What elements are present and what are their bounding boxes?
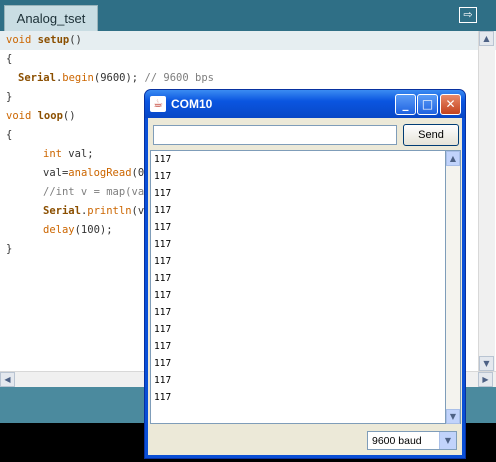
output-line: 117 <box>154 205 172 216</box>
code-line: Serial.println(v <box>43 205 145 217</box>
serial-monitor-titlebar[interactable]: ☕ COM10 _ □ ✕ <box>145 90 465 118</box>
output-line: 117 <box>154 154 172 165</box>
output-line: 117 <box>154 358 172 369</box>
serial-output[interactable]: 117 117 117 117 117 117 117 117 117 117 117 117 117 1… <box>150 150 446 424</box>
serial-monitor-window: ☕ COM10 _ □ ✕ Send 117 117 117 117 117 117 117… <box>145 90 465 458</box>
output-line: 117 <box>154 171 172 182</box>
code-line: int val; <box>43 148 94 160</box>
output-line: 117 <box>154 307 172 318</box>
java-icon: ☕ <box>150 96 166 112</box>
code-line: } <box>6 243 13 255</box>
baud-rate-value: 9600 baud <box>372 435 422 447</box>
code-line: val=analogRead(0) <box>43 167 151 179</box>
tab-label: Analog_tset <box>16 11 86 26</box>
output-line: 117 <box>154 222 172 233</box>
scroll-up-icon[interactable]: ▲ <box>446 151 460 166</box>
send-button-label: Send <box>418 129 444 141</box>
scroll-down-icon[interactable]: ▼ <box>446 409 460 424</box>
code-line: } <box>6 91 13 103</box>
scroll-left-icon[interactable]: ◀ <box>0 372 15 387</box>
baud-rate-select[interactable]: 9600 baud ▼ <box>367 431 457 450</box>
code-line: delay(100); <box>43 224 113 236</box>
output-line: 117 <box>154 239 172 250</box>
output-vertical-scrollbar[interactable]: ▲ ▼ <box>446 150 461 424</box>
output-line: 117 <box>154 392 172 403</box>
window-title: COM10 <box>171 97 213 111</box>
code-line: void setup() <box>6 34 82 46</box>
ide-tab-bar: Analog_tset ⇨ <box>0 0 496 31</box>
send-input[interactable] <box>153 125 397 145</box>
close-icon[interactable]: ✕ <box>440 94 461 115</box>
tab-menu-arrow-icon[interactable]: ⇨ <box>459 7 477 23</box>
output-line: 117 <box>154 375 172 386</box>
tab-analog-tset[interactable]: Analog_tset <box>4 5 98 31</box>
code-line: Serial.begin(9600); // 9600 bps <box>18 72 214 84</box>
output-line: 117 <box>154 188 172 199</box>
output-line: 117 <box>154 273 172 284</box>
chevron-down-icon[interactable]: ▼ <box>439 432 456 449</box>
code-line: { <box>6 53 13 65</box>
send-button[interactable]: Send <box>403 124 459 146</box>
maximize-icon[interactable]: □ <box>417 94 438 115</box>
output-line: 117 <box>154 290 172 301</box>
serial-monitor-body: Send 117 117 117 117 117 117 117 117 117 117 117 11… <box>148 118 462 455</box>
scroll-right-icon[interactable]: ▶ <box>478 372 493 387</box>
output-line: 117 <box>154 341 172 352</box>
minimize-icon[interactable]: _ <box>395 94 416 115</box>
output-line: 117 <box>154 324 172 335</box>
code-line: { <box>6 129 13 141</box>
editor-vertical-scrollbar[interactable]: ▲ ▼ <box>478 31 495 371</box>
output-line: 117 <box>154 256 172 267</box>
code-line: //int v = map(val <box>43 186 151 198</box>
scroll-down-icon[interactable]: ▼ <box>479 356 494 371</box>
code-line: void loop() <box>6 110 76 122</box>
scroll-up-icon[interactable]: ▲ <box>479 31 494 46</box>
